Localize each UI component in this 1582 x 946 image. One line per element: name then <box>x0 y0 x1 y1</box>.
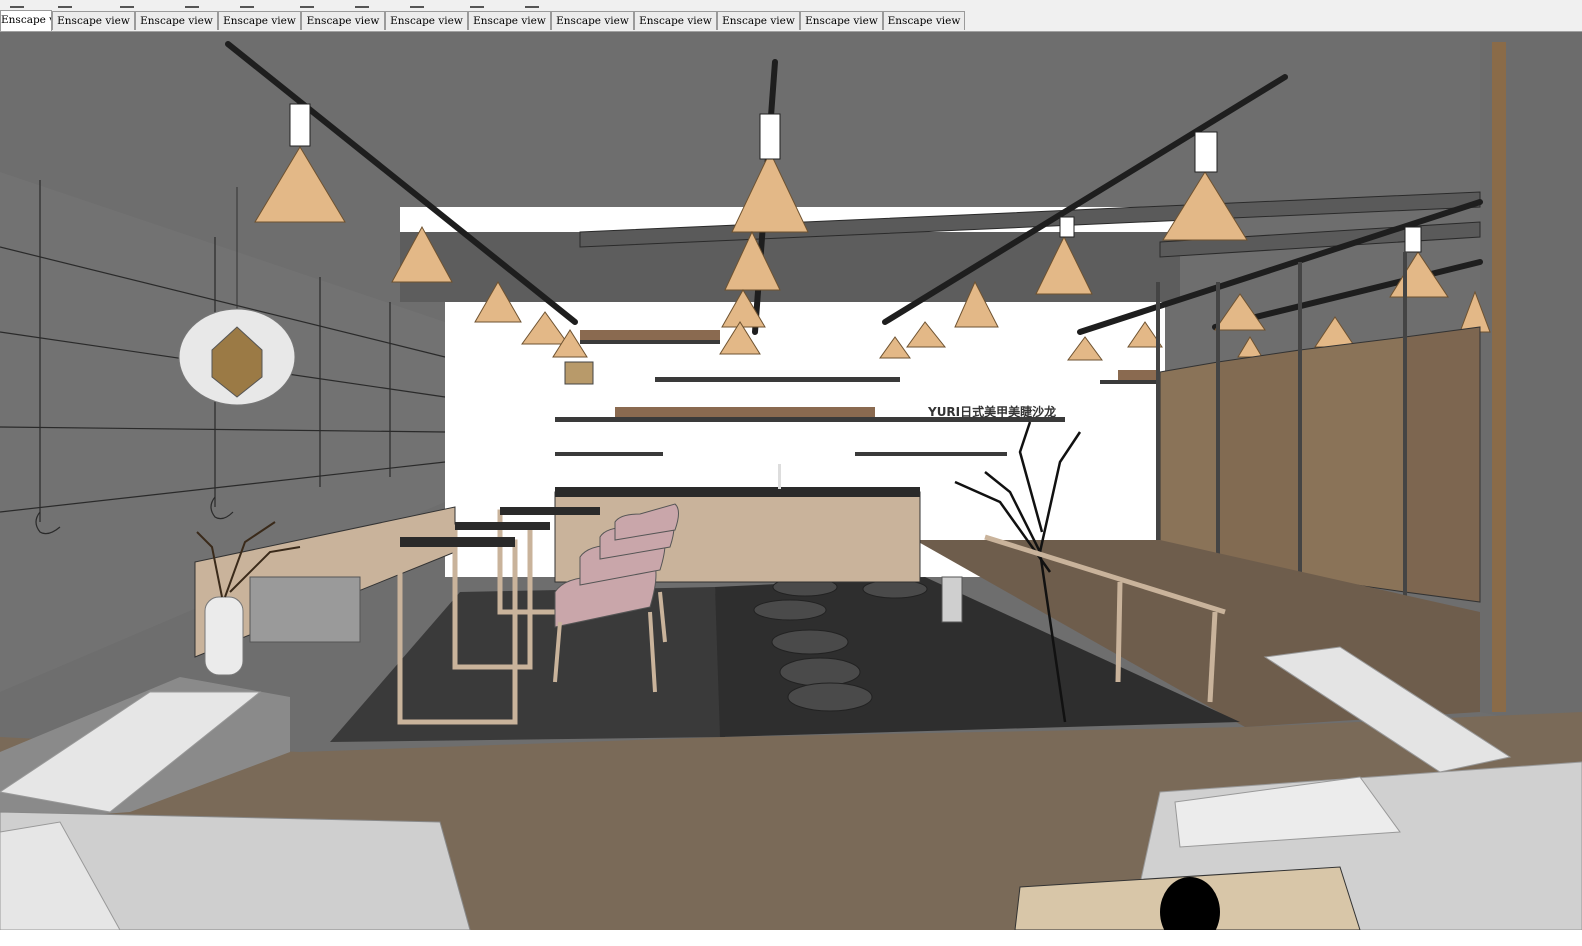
scene-tab-4[interactable]: Enscape view <box>218 11 301 30</box>
scene-icon[interactable] <box>525 0 539 8</box>
print-icon[interactable] <box>185 0 199 8</box>
scene-tab-5[interactable]: Enscape view <box>301 11 385 30</box>
undo-icon[interactable] <box>10 0 24 8</box>
right-wood-column <box>1492 42 1506 712</box>
scene-tab-11[interactable]: Enscape view <box>800 11 883 30</box>
scene-tab-7[interactable]: Enscape view <box>468 11 551 30</box>
model-render: YURI日式美甲美睫沙龙 <box>0 32 1582 930</box>
redo-icon[interactable] <box>58 0 72 8</box>
scene-tab-2[interactable]: Enscape view <box>52 11 135 30</box>
pan-icon[interactable] <box>355 0 369 8</box>
status-bar <box>0 930 1582 946</box>
wall-sign: YURI日式美甲美睫沙龙 <box>927 404 1056 419</box>
scene-tab-3[interactable]: Enscape view <box>135 11 218 30</box>
vase <box>204 596 244 676</box>
scene-tab-12[interactable]: Enscape view <box>883 11 965 30</box>
select-icon[interactable] <box>240 0 254 8</box>
scene-tab-6[interactable]: Enscape view <box>385 11 468 30</box>
section-icon[interactable] <box>470 0 484 8</box>
scene-tab-8[interactable]: Enscape view <box>551 11 634 30</box>
scene-tab-9[interactable]: Enscape view <box>634 11 717 30</box>
zoom-icon[interactable] <box>410 0 424 8</box>
paint-icon[interactable] <box>120 0 134 8</box>
bench-cushion <box>249 576 361 643</box>
scene-tab-1[interactable]: Enscape view <box>0 10 52 31</box>
orbit-icon[interactable] <box>300 0 314 8</box>
scene-tab-10[interactable]: Enscape view <box>717 11 800 30</box>
scene-tab-bar: Enscape viewEnscape viewEnscape viewEnsc… <box>0 10 1582 32</box>
3d-viewport[interactable]: YURI日式美甲美睫沙龙 <box>0 32 1582 930</box>
